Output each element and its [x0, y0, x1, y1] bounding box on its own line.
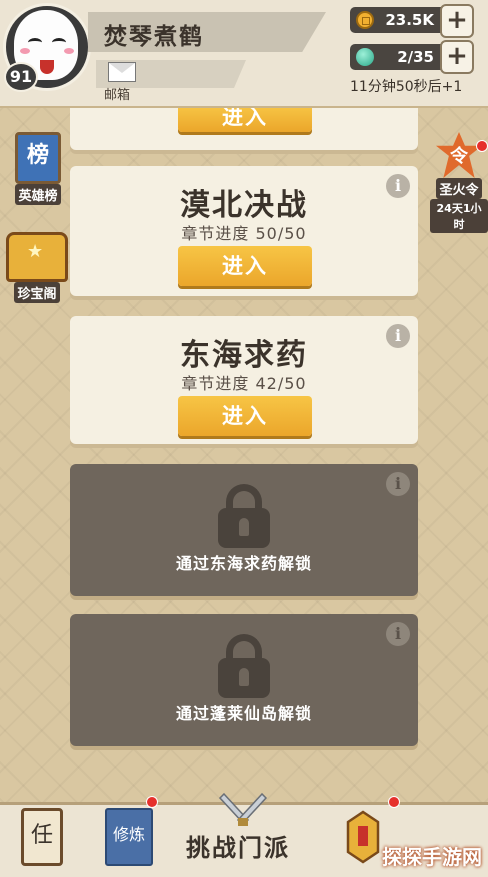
energy-orb-icon [356, 48, 374, 66]
locked-chapter-card: i 通过东海求药解锁 [70, 464, 418, 596]
chapter-card: i 东海求药 章节进度 42/50 进入 [70, 316, 418, 444]
coin-icon [356, 11, 374, 29]
crossed-swords-icon [218, 792, 268, 826]
info-icon[interactable]: i [386, 622, 410, 646]
equipment-nav-button[interactable] [340, 808, 386, 868]
notification-dot [476, 140, 488, 152]
mail-icon[interactable] [108, 62, 136, 82]
energy-counter: 2/35 [350, 44, 446, 70]
ranking-scroll-icon: 榜 [15, 132, 61, 184]
task-scroll-icon: 任 [21, 808, 63, 866]
chapter-title: 漠北决战 [180, 188, 308, 223]
padlock-icon [218, 634, 270, 698]
energy-value: 2/35 [397, 48, 434, 66]
chapter-card: i 漠北决战 章节进度 50/50 进入 [70, 166, 418, 296]
add-coins-button[interactable]: + [440, 4, 474, 38]
fire-token-icon: 令 [436, 132, 482, 178]
sacred-fire-token-timer: 24天1小时 [430, 199, 488, 233]
enter-button[interactable]: 进入 [178, 246, 312, 286]
training-book-icon: 修炼 [105, 808, 153, 866]
chapter-title: 东海求药 [180, 338, 308, 373]
padlock-icon [218, 484, 270, 548]
sacred-fire-token-label: 圣火令 [436, 178, 482, 199]
locked-chapter-card: i 通过蓬莱仙岛解锁 [70, 614, 418, 746]
player-level: 91 [4, 62, 38, 92]
energy-timer: 11分钟50秒后+1 [350, 79, 463, 95]
unlock-condition: 通过蓬莱仙岛解锁 [175, 704, 312, 723]
coin-value: 23.5K [385, 11, 434, 29]
treasure-pavilion-label: 珍宝阁 [14, 282, 60, 303]
enter-button[interactable]: 进入 [178, 106, 312, 132]
add-energy-button[interactable]: + [440, 40, 474, 74]
tasks-nav-button[interactable]: 任 [18, 808, 66, 868]
notification-dot [146, 796, 158, 808]
challenge-sect-button[interactable]: 挑战门派 [186, 828, 290, 863]
treasure-chest-icon [6, 232, 68, 282]
training-nav-button[interactable]: 修炼 [104, 808, 154, 868]
coin-counter: 23.5K [350, 7, 446, 33]
mail-label[interactable]: 邮箱 [104, 84, 130, 103]
notification-dot [388, 796, 400, 808]
player-name: 焚琴煮鹤 [104, 24, 204, 50]
chapter-card-partial: 进入 [70, 106, 418, 150]
hero-ranking-label: 英雄榜 [15, 184, 61, 205]
watermark-logo: 探探手游网 [382, 845, 482, 869]
chapter-progress: 章节进度 42/50 [181, 374, 307, 393]
chapter-progress: 章节进度 50/50 [181, 224, 307, 243]
info-icon[interactable]: i [386, 472, 410, 496]
armor-icon [346, 810, 380, 864]
hero-ranking-button[interactable]: 榜 英雄榜 [8, 132, 68, 205]
top-bar: 91 焚琴煮鹤 邮箱 23.5K + 2/35 + 11分钟50秒后+1 [0, 0, 488, 108]
enter-button[interactable]: 进入 [178, 396, 312, 436]
unlock-condition: 通过东海求药解锁 [175, 554, 312, 573]
treasure-pavilion-button[interactable]: 珍宝阁 [6, 232, 68, 303]
